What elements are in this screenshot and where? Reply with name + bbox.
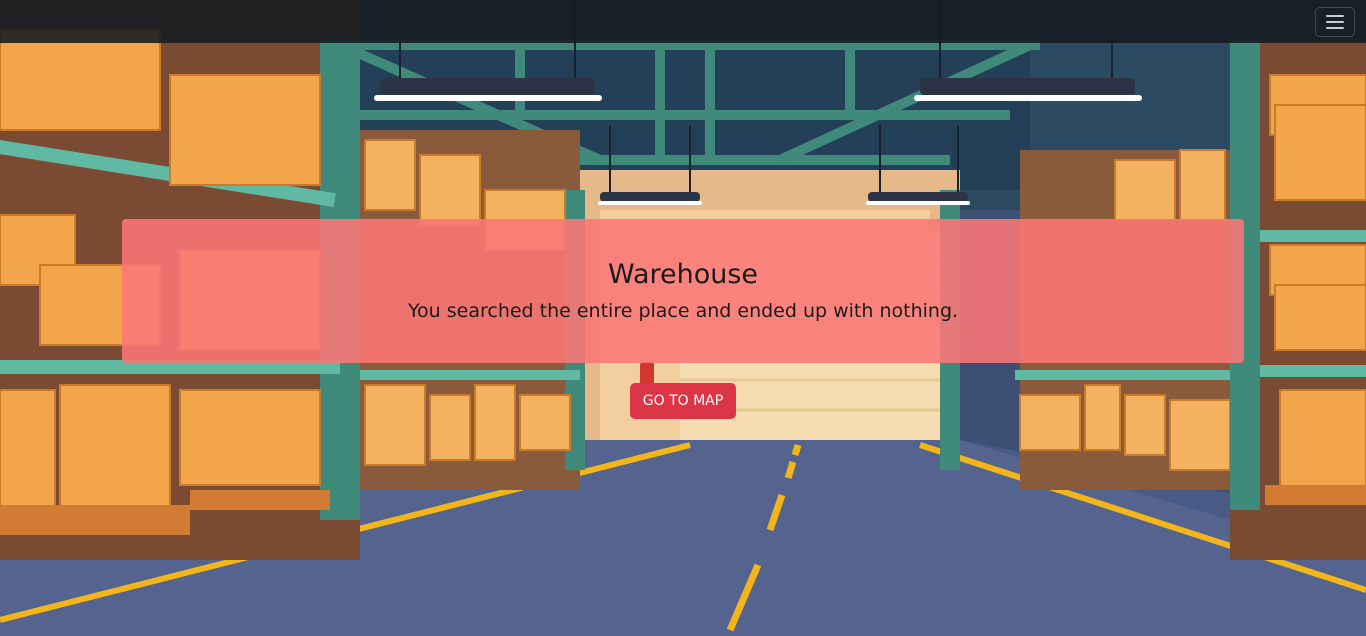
top-navbar (0, 0, 1366, 43)
hamburger-menu-icon (1326, 15, 1344, 17)
hamburger-menu-button[interactable] (1315, 7, 1355, 37)
location-title: Warehouse (607, 259, 759, 290)
location-result-panel: Warehouse You searched the entire place … (122, 219, 1244, 363)
go-to-map-button[interactable]: GO TO MAP (630, 383, 736, 419)
location-message: You searched the entire place and ended … (407, 300, 959, 322)
